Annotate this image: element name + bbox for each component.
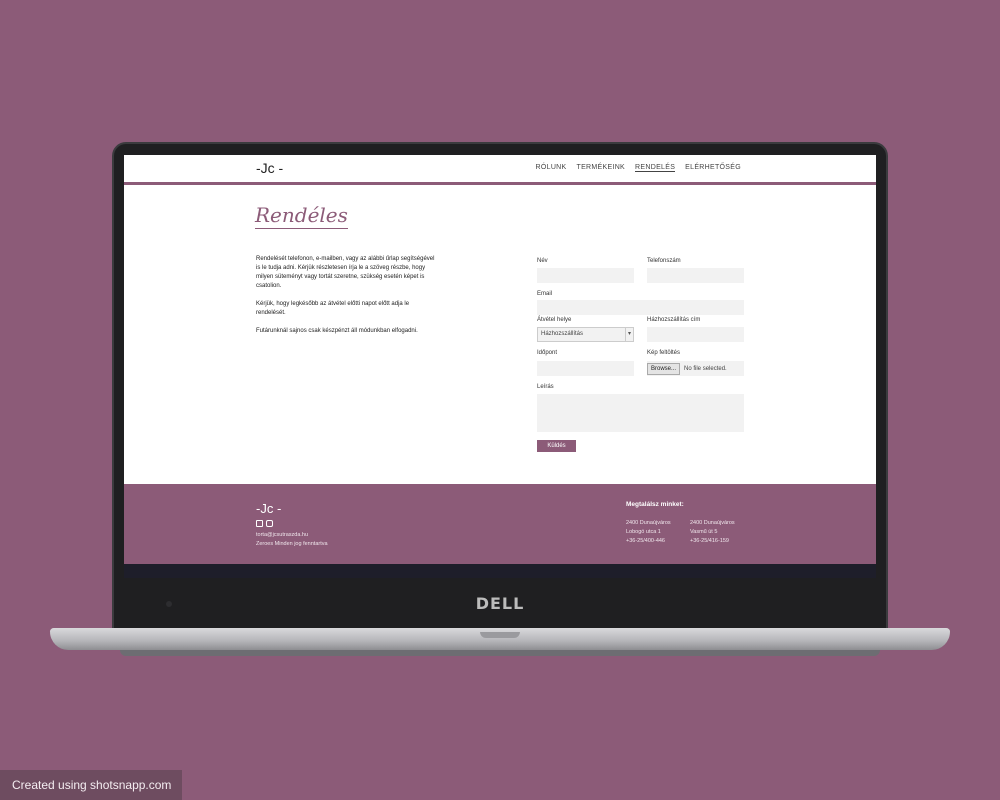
facebook-icon[interactable] (256, 520, 263, 527)
social-icons (256, 520, 273, 527)
description-textarea[interactable] (537, 394, 744, 432)
place-select[interactable]: Házhozszállítás ▾ (537, 327, 634, 342)
browse-button[interactable]: Browse... (647, 362, 681, 375)
instagram-icon[interactable] (266, 520, 273, 527)
footer-copyright: Zeroes Minden jog fenntartva (256, 541, 328, 547)
address-1-city: 2400 Dunaújváros (626, 520, 671, 526)
site-header: -Jc - RÓLUNK TERMÉKEINK RENDELÉS ELÉRHET… (124, 155, 876, 185)
email-label: Email (537, 291, 553, 297)
nav-item-elerhetoseg[interactable]: ELÉRHETŐSÉG (685, 164, 741, 172)
intro-paragraph-1: Rendelését telefonon, e-mailben, vagy az… (256, 256, 435, 289)
address-1-street: Lobogó utca 1 (626, 529, 661, 535)
laptop-screen: -Jc - RÓLUNK TERMÉKEINK RENDELÉS ELÉRHET… (124, 155, 876, 578)
main-nav: RÓLUNK TERMÉKEINK RENDELÉS ELÉRHETŐSÉG (536, 164, 741, 172)
shotsnapp-watermark: Created using shotsnapp.com (0, 770, 182, 800)
chevron-down-icon: ▾ (625, 328, 633, 341)
description-label: Leírás (537, 384, 554, 390)
footer-logo: -Jc - (256, 501, 282, 516)
footer-bottom-strip (124, 564, 876, 578)
address-2-street: Vasmű út 5 (690, 529, 718, 535)
intro-paragraph-2: Kérjük, hogy legkésőbb az átvétel előtti… (256, 301, 410, 316)
place-select-value: Házhozszállítás (541, 331, 584, 337)
submit-button[interactable]: Küldés (537, 440, 576, 452)
intro-paragraph-3: Futárunknál sajnos csak készpénzt áll mó… (256, 328, 418, 334)
laptop-foot (120, 650, 880, 656)
image-upload-label: Kép feltöltés (647, 350, 681, 356)
footer-find-us-heading: Megtalálsz minket: (626, 501, 684, 508)
laptop-brand-logo: DELL (475, 594, 525, 613)
email-input[interactable] (537, 300, 744, 315)
address-block-2: 2400 Dunaújváros Vasmű út 5 +36-25/416-1… (690, 519, 735, 546)
image-upload-field: Browse... No file selected. (647, 361, 744, 376)
delivery-address-label: Házhozszállítás cím (647, 317, 701, 323)
name-label: Név (537, 258, 548, 264)
site-footer: -Jc - torta@jcsutraszda.hu Zeroes Minden… (124, 484, 876, 564)
phone-label: Telefonszám (647, 258, 681, 264)
webcam (166, 601, 172, 607)
footer-email[interactable]: torta@jcsutraszda.hu (256, 532, 308, 538)
time-label: Időpont (537, 350, 558, 356)
time-input[interactable] (537, 361, 634, 376)
laptop-notch (480, 632, 520, 638)
order-intro-text: Rendelését telefonon, e-mailben, vagy az… (256, 255, 436, 345)
phone-input[interactable] (647, 268, 744, 283)
nav-item-rendeles[interactable]: RENDELÉS (635, 164, 676, 172)
site-logo[interactable]: -Jc - (256, 160, 283, 176)
address-2-phone: +36-25/416-159 (690, 538, 729, 544)
address-2-city: 2400 Dunaújváros (690, 520, 735, 526)
page-title: Rendéles (255, 203, 348, 229)
nav-item-rolunk[interactable]: RÓLUNK (536, 164, 567, 172)
address-block-1: 2400 Dunaújváros Lobogó utca 1 +36-25/40… (626, 519, 671, 546)
nav-item-termekeink[interactable]: TERMÉKEINK (577, 164, 626, 172)
name-input[interactable] (537, 268, 634, 283)
place-label: Átvétel helye (537, 317, 572, 323)
delivery-address-input[interactable] (647, 327, 744, 342)
address-1-phone: +36-25/400-446 (626, 538, 665, 544)
no-file-text: No file selected. (684, 365, 727, 372)
